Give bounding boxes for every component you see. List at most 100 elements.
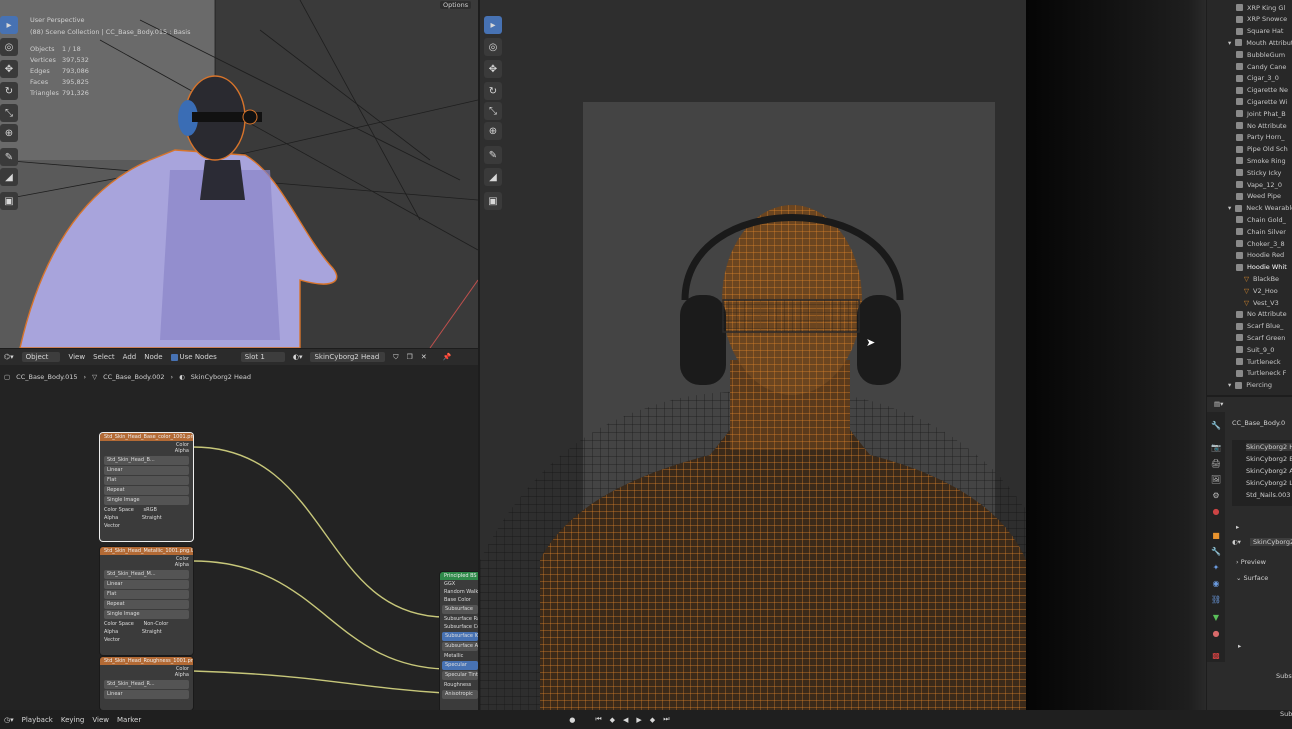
outliner-item[interactable]: Joint Phat_B [1236,108,1286,119]
material-slot-2[interactable]: SkinCyborg2 A [1246,467,1292,475]
scale-tool-icon[interactable]: ⤡ [0,104,18,122]
add-cube-tool-icon[interactable]: ▣ [0,192,18,210]
object-checkbox-icon[interactable] [1236,240,1243,247]
distribution[interactable]: GGX [440,580,478,588]
annotate-tool-icon[interactable]: ✎ [484,146,502,164]
play-icon[interactable]: ▶ [636,716,641,724]
input-anisotropic[interactable]: Anisotropic [442,690,478,699]
principled-bsdf-node[interactable]: Principled BS GGX Random Walk Base Color… [440,572,478,710]
collection-icon[interactable] [1235,381,1243,389]
slot-dropdown[interactable]: Slot 1 [240,352,285,362]
output-tab-icon[interactable]: 🖨 [1210,458,1222,470]
object-checkbox-icon[interactable] [1236,192,1243,200]
outliner-item[interactable]: Cigar_3_0 [1236,73,1279,84]
outliner-item[interactable]: Suit_9_0 [1236,344,1274,355]
chevron-down-icon[interactable]: ▾ [1228,39,1231,47]
outliner-item[interactable]: Candy Cane [1236,61,1286,72]
input-subsurface-ior[interactable]: Subsurface IOR [442,632,478,641]
outliner-item[interactable]: Vape_12_0 [1236,179,1282,190]
image-texture-node-metallic[interactable]: Std_Skin_Head_Metallic_1001.png.002 Colo… [100,547,193,655]
menu-view[interactable]: View [68,353,85,361]
image-texture-node-roughness[interactable]: Std_Skin_Head_Roughness_1001.png.003 Col… [100,657,193,710]
outliner-item[interactable]: ▾ Neck Wearables [1228,203,1292,214]
menu-select[interactable]: Select [93,353,115,361]
input-subsurface-radius[interactable]: Subsurface Radi [440,615,478,623]
input-subsurface-color[interactable]: Subsurface Co [440,623,478,631]
transform-tool-icon[interactable]: ⊕ [484,122,502,140]
outliner-item[interactable]: Cigarette Ne [1236,85,1288,96]
collection-icon[interactable] [1235,39,1243,47]
properties-editor-icon[interactable]: ▤▾ [1214,400,1223,408]
material-browse-icon[interactable]: ◐▾ [1232,538,1241,546]
subsurface-method[interactable]: Random Walk [440,588,478,596]
outliner-item[interactable]: Hoodie Whit [1236,262,1287,273]
object-checkbox-icon[interactable] [1236,369,1243,377]
object-checkbox-icon[interactable] [1236,263,1243,271]
prev-key-icon[interactable]: ◆ [610,716,615,724]
data-tab-icon[interactable]: ▼ [1210,612,1222,624]
jump-end-icon[interactable]: ⏭ [663,715,669,724]
physics-tab-icon[interactable]: ◉ [1210,578,1222,590]
render-tab-icon[interactable]: 📷 [1210,442,1222,454]
image-texture-node-basecolor[interactable]: Std_Skin_Head_Base_color_1001.png.001 Co… [100,433,193,541]
modifier-tab-icon[interactable]: 🔧 [1210,546,1222,558]
measure-tool-icon[interactable]: ◢ [0,168,18,186]
material-slot-0[interactable]: SkinCyborg2 H [1246,443,1292,451]
alpha-row[interactable]: Alpha Straight [100,514,193,522]
surface-expand-icon[interactable]: ▸ [1238,642,1241,650]
collection-icon[interactable] [1235,204,1243,212]
outliner-item[interactable]: Chain Silver [1236,226,1286,237]
outliner-item[interactable]: Smoke Ring [1236,155,1286,166]
object-checkbox-icon[interactable] [1236,51,1243,59]
record-icon[interactable]: ● [569,716,575,724]
play-reverse-icon[interactable]: ◀ [623,716,628,724]
material-browse-icon[interactable]: ◐▾ [293,353,303,361]
pin-icon[interactable]: 📌 [443,353,452,361]
object-checkbox-icon[interactable] [1236,86,1243,94]
move-tool-icon[interactable]: ✥ [484,60,502,78]
scene-tab-icon[interactable]: ⚙ [1210,490,1222,502]
outliner-item[interactable]: Chain Gold_ [1236,214,1286,225]
material-tab-icon[interactable]: ● [1210,628,1222,640]
select-tool-icon[interactable]: ▸ [0,16,18,34]
input-specular[interactable]: Specular [442,661,478,670]
material-expand-icon[interactable]: ▸ [1236,523,1239,531]
outliner-item[interactable]: No Attribute [1236,309,1287,320]
outliner-item[interactable]: Turtleneck F [1236,368,1286,379]
menu-playback[interactable]: Playback [22,716,53,724]
extension-dropdown[interactable]: Repeat [104,600,189,609]
object-checkbox-icon[interactable] [1236,74,1243,82]
interpolation-dropdown[interactable]: Linear [104,690,189,699]
outliner-item[interactable]: XRP King Gl [1236,2,1285,13]
object-checkbox-icon[interactable] [1236,334,1243,342]
object-checkbox-icon[interactable] [1236,346,1243,354]
next-key-icon[interactable]: ◆ [650,716,655,724]
menu-marker[interactable]: Marker [117,716,141,724]
options-menu[interactable]: Options [440,1,472,9]
editor-type-icon[interactable]: ⌬▾ [4,353,14,361]
timeline-editor-icon[interactable]: ◷▾ [4,716,14,724]
input-metallic[interactable]: Metallic [440,652,478,660]
source-dropdown[interactable]: Single Image [104,496,189,505]
main-viewport[interactable]: ➤ ▸ ◎ ✥ ↻ ⤡ ⊕ ✎ ◢ ▣ [480,0,1026,710]
transform-tool-icon[interactable]: ⊕ [0,124,18,142]
cursor-tool-icon[interactable]: ◎ [0,38,18,56]
outliner-item[interactable]: Square Hat [1236,26,1283,37]
outliner-item[interactable]: Party Horn_ [1236,132,1285,143]
outliner-item[interactable]: Turtleneck [1236,356,1281,367]
constraints-tab-icon[interactable]: ⛓ [1210,594,1222,606]
projection-dropdown[interactable]: Flat [104,590,189,599]
fake-user-icon[interactable]: ⛉ [393,353,398,362]
image-selector[interactable]: Std_Skin_Head_B... [104,456,189,465]
texture-tab-icon[interactable]: ▩ [1210,650,1222,662]
alpha-row[interactable]: Alpha Straight [100,628,193,636]
chevron-down-icon[interactable]: ▾ [1228,381,1231,389]
world-tab-icon[interactable]: ● [1210,506,1222,518]
select-tool-icon[interactable]: ▸ [484,16,502,34]
outliner-item[interactable]: BubbleGum [1236,49,1285,60]
colorspace-row[interactable]: Color Space Non-Color [100,620,193,628]
use-nodes-checkbox[interactable]: Use Nodes [170,353,217,361]
object-checkbox-icon[interactable] [1236,157,1243,165]
cursor-tool-icon[interactable]: ◎ [484,38,502,56]
object-checkbox-icon[interactable] [1236,181,1243,188]
